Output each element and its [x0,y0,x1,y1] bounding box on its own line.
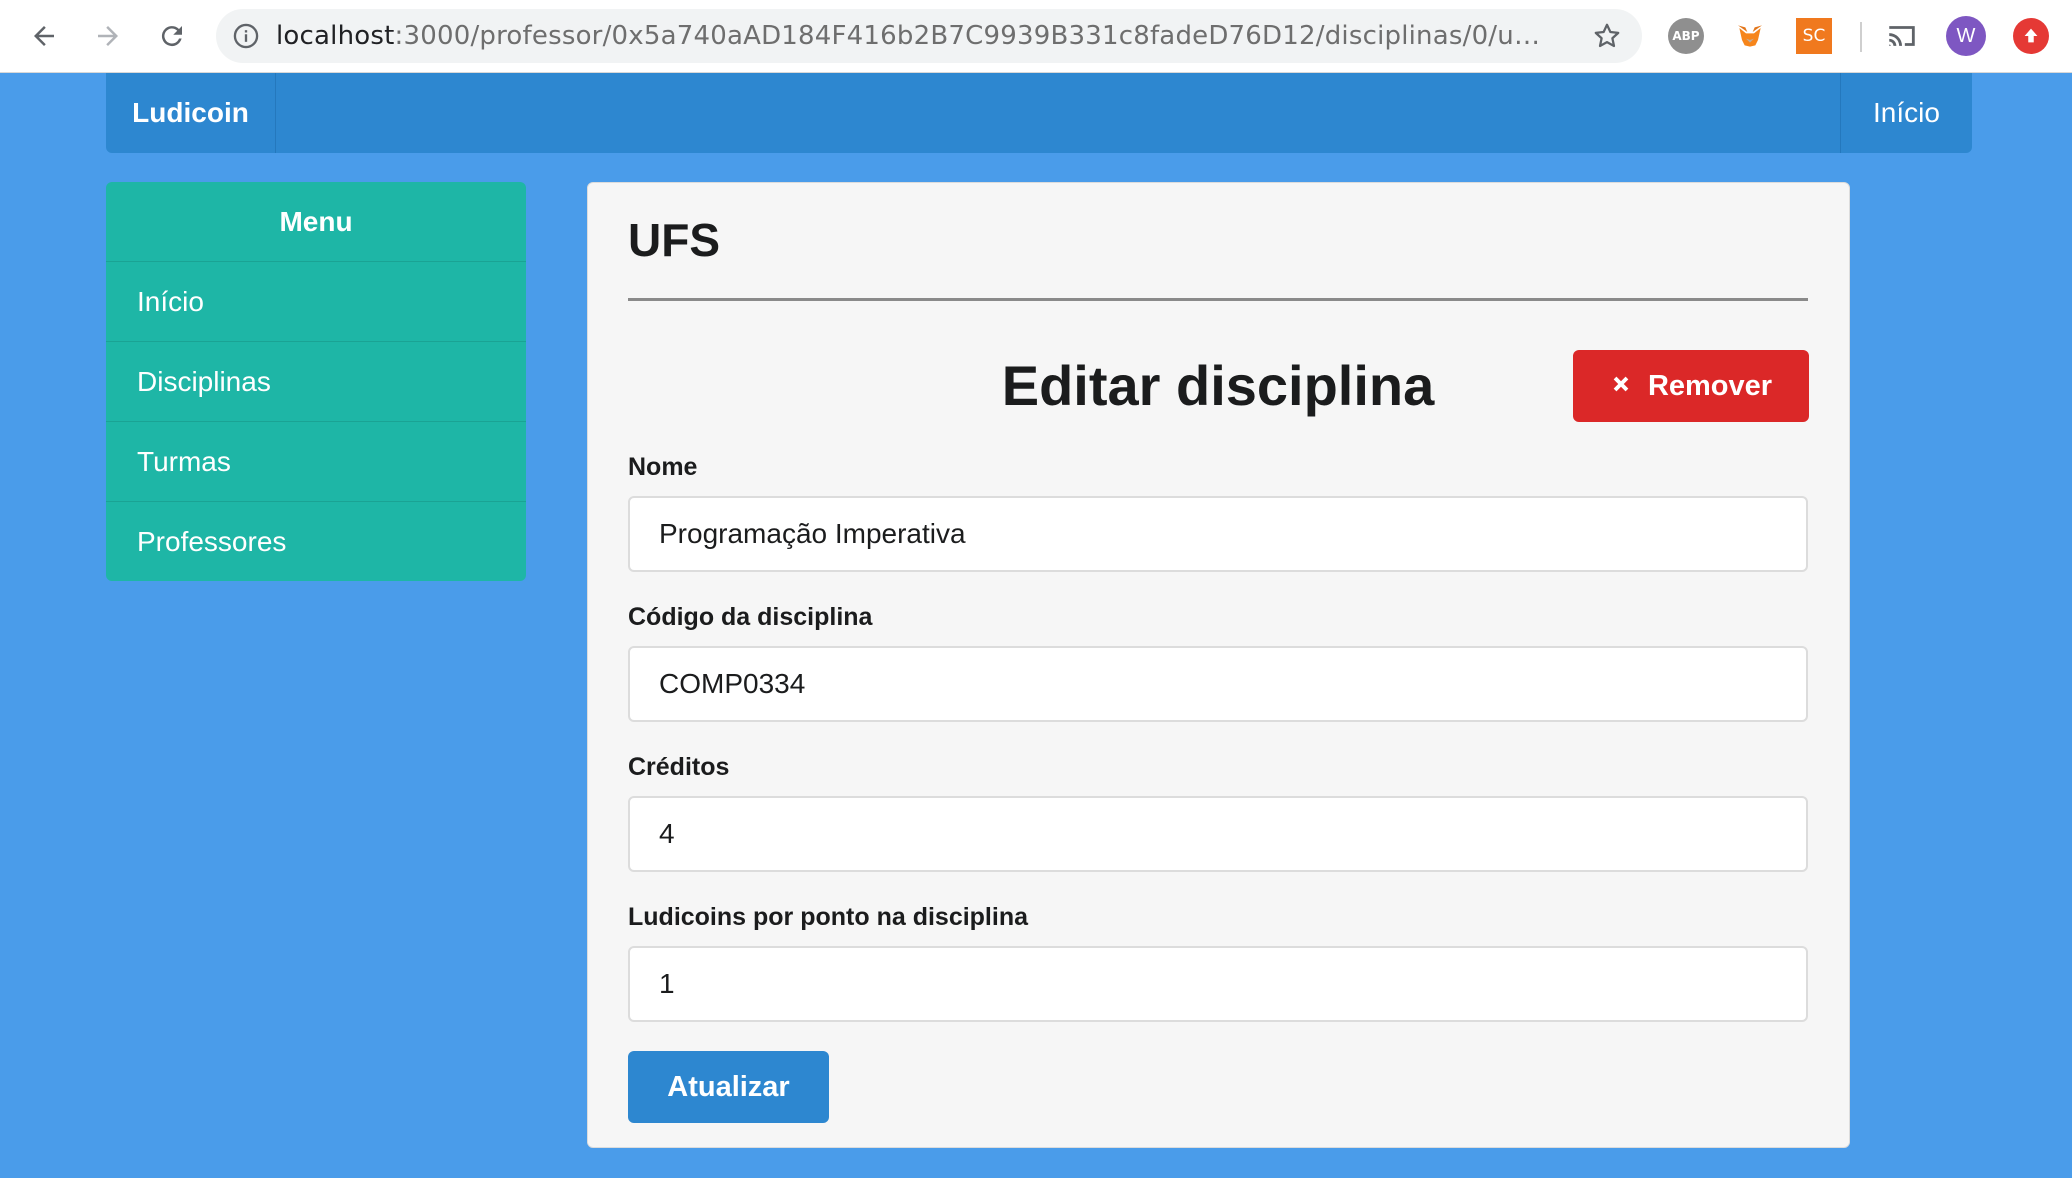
sidebar-item-label: Início [137,285,204,317]
heading-divider [628,298,1808,301]
code-field[interactable]: COMP0334 [628,646,1808,722]
url-path: :3000/professor/0x5a740aAD184F416b2B7C99… [394,21,1541,51]
close-icon [1610,370,1632,403]
profile-avatar[interactable]: W [1946,16,1986,56]
abp-label: ABP [1672,29,1700,43]
main-panel: UFS Editar disciplina Remover Nome Progr… [587,182,1850,1148]
back-icon[interactable] [22,14,66,58]
site-info-icon[interactable] [216,22,276,50]
sidebar-item-inicio[interactable]: Início [106,262,526,342]
name-label-text: Nome [628,453,698,481]
menu-title: Menu [106,182,526,262]
sc-extension-icon[interactable]: SC [1796,18,1832,54]
code-label: Código da disciplina [628,603,873,631]
remove-button[interactable]: Remover [1573,350,1809,422]
sidebar-item-disciplinas[interactable]: Disciplinas [106,342,526,422]
sidebar-item-label: Turmas [137,445,231,477]
sidebar-menu: Menu Início Disciplinas Turmas Professor… [106,182,526,581]
ludicoins-label: Ludicoins por ponto na disciplina [628,903,1028,931]
address-bar[interactable]: localhost:3000/professor/0x5a740aAD184F4… [216,9,1642,63]
toolbar-divider [1860,22,1862,52]
nav-home-link[interactable]: Início [1840,73,1972,153]
sidebar-item-label: Professores [137,525,287,557]
remove-button-label: Remover [1647,369,1773,402]
reload-icon[interactable] [150,14,194,58]
name-label: Nome [628,453,697,482]
metamask-extension-icon[interactable] [1732,18,1768,54]
forward-icon[interactable] [86,14,130,58]
credits-field[interactable]: 4 [628,796,1808,872]
sidebar-item-label: Disciplinas [137,365,271,397]
credits-label: Créditos [628,753,730,781]
name-field[interactable]: Programação Imperativa [628,496,1808,572]
url-host: localhost [276,21,395,51]
ludicoins-field[interactable]: 1 [628,946,1808,1022]
institution-heading: UFS [628,214,720,266]
url-text[interactable]: localhost:3000/professor/0x5a740aAD184F4… [276,21,1566,51]
brand-link[interactable]: Ludicoin [106,73,276,153]
browser-toolbar: localhost:3000/professor/0x5a740aAD184F4… [0,0,2072,73]
update-button[interactable]: Atualizar [628,1051,829,1123]
profile-initial: W [1956,24,1976,47]
cast-icon[interactable] [1884,18,1920,54]
sc-label: SC [1802,26,1826,46]
bookmark-star-icon[interactable] [1590,19,1624,53]
adblock-extension-icon[interactable]: ABP [1668,18,1704,54]
sidebar-item-professores[interactable]: Professores [106,502,526,581]
app-navbar: Ludicoin Início [106,73,1972,153]
update-arrow-icon[interactable] [2013,18,2049,54]
sidebar-item-turmas[interactable]: Turmas [106,422,526,502]
